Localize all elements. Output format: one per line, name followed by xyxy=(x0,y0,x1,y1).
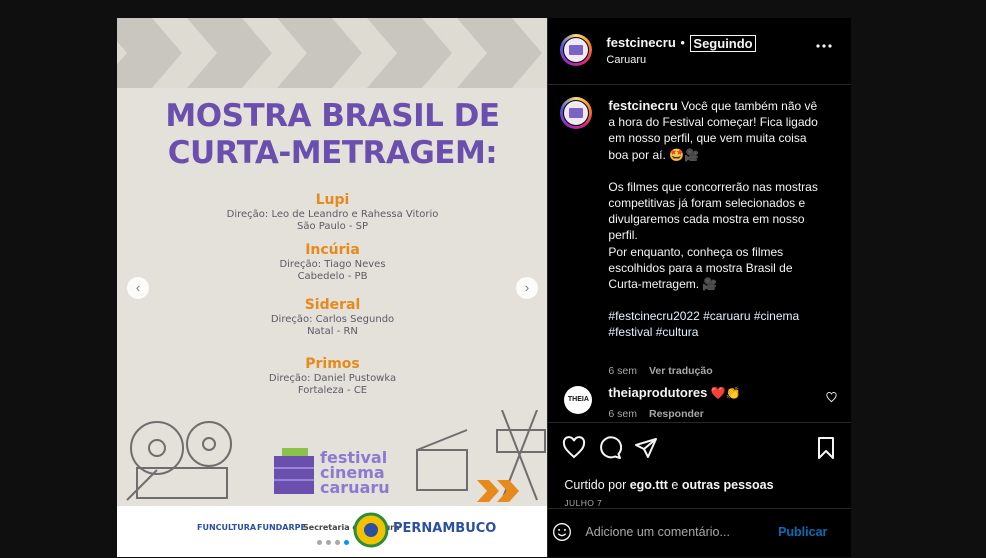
location-link[interactable]: Caruaru xyxy=(606,54,646,66)
film-entry: Primos Direção: Daniel Pustowka Fortalez… xyxy=(268,356,397,396)
film-entry: Sideral Direção: Carlos Segundo Natal - … xyxy=(270,297,395,337)
film-entry: Lupi Direção: Leo de Leandro e Rahessa V… xyxy=(226,192,439,232)
separator: • xyxy=(680,35,685,50)
prev-image-button[interactable]: ‹ xyxy=(127,277,149,299)
next-image-button[interactable]: › xyxy=(516,277,538,299)
reply-link[interactable]: Responder xyxy=(649,408,704,420)
caption-username[interactable]: festcinecru xyxy=(608,98,677,113)
caption-meta: 6 sem Ver tradução xyxy=(608,365,713,377)
comment-like-icon[interactable] xyxy=(826,392,837,403)
poster-title: MOSTRA BRASIL DE CURTA-METRAGEM: xyxy=(165,98,500,171)
post-image[interactable]: MOSTRA BRASIL DE CURTA-METRAGEM: Lupi Di… xyxy=(117,18,548,557)
film-entry: Incúria Direção: Tiago Neves Cabedelo - … xyxy=(279,242,386,282)
post-caption: festcinecru Você que também não vê a hor… xyxy=(608,98,826,341)
following-button[interactable]: Seguindo xyxy=(690,35,756,52)
carousel-dot xyxy=(316,540,322,545)
comment-meta: 6 sem Responder xyxy=(608,408,704,420)
chevron-banner xyxy=(117,18,548,88)
avatar[interactable] xyxy=(560,97,593,129)
comment: theiaprodutores ❤️👏 xyxy=(608,385,741,400)
comments-section[interactable]: festcinecru Você que também não vê a hor… xyxy=(548,85,851,422)
avatar[interactable] xyxy=(560,34,593,66)
festival-logo-text: festival cinema caruaru xyxy=(320,448,390,497)
comment-username[interactable]: theiaprodutores xyxy=(608,385,707,400)
carousel-dot xyxy=(325,540,331,545)
comment-input[interactable]: Adicione um comentário... xyxy=(585,525,730,539)
share-send-icon[interactable] xyxy=(634,436,658,460)
like-heart-icon[interactable] xyxy=(562,436,586,460)
translate-link[interactable]: Ver tradução xyxy=(649,365,713,377)
bookmark-icon[interactable] xyxy=(814,436,838,460)
likes-others-link[interactable]: outras pessoas xyxy=(682,478,774,492)
post-sidebar: festcinecru • Seguindo Caruaru festcinec… xyxy=(547,18,852,558)
likes-summary: Curtido por ego.ttt e outras pessoas xyxy=(564,478,774,492)
carousel-indicator xyxy=(117,540,547,545)
comment-bubble-icon[interactable] xyxy=(598,436,623,460)
liker-username[interactable]: ego.ttt xyxy=(630,478,668,492)
header-username[interactable]: festcinecru xyxy=(606,35,675,50)
post-modal: MOSTRA BRASIL DE CURTA-METRAGEM: Lupi Di… xyxy=(117,18,852,558)
festival-logo-icon xyxy=(274,448,314,494)
avatar[interactable]: THEIA xyxy=(564,386,593,414)
sponsor-bar: FUNCULTURA FUNDARPE Secretaria de Cultur… xyxy=(117,506,548,557)
post-actions: Curtido por ego.ttt e outras pessoas JUL… xyxy=(548,422,852,508)
publish-button[interactable]: Publicar xyxy=(778,525,827,539)
orange-arrows-icon xyxy=(477,480,519,502)
carousel-dot-active xyxy=(343,540,349,545)
post-header: festcinecru • Seguindo Caruaru xyxy=(548,18,852,85)
add-comment-bar: Adicione um comentário... Publicar xyxy=(548,508,852,558)
hashtags[interactable]: #festcinecru2022 #caruaru #cinema #festi… xyxy=(608,308,826,340)
emoji-icon[interactable] xyxy=(552,522,572,542)
post-date[interactable]: JULHO 7 xyxy=(564,498,602,508)
more-horizontal-icon[interactable] xyxy=(815,43,833,49)
carousel-dot xyxy=(334,540,340,545)
